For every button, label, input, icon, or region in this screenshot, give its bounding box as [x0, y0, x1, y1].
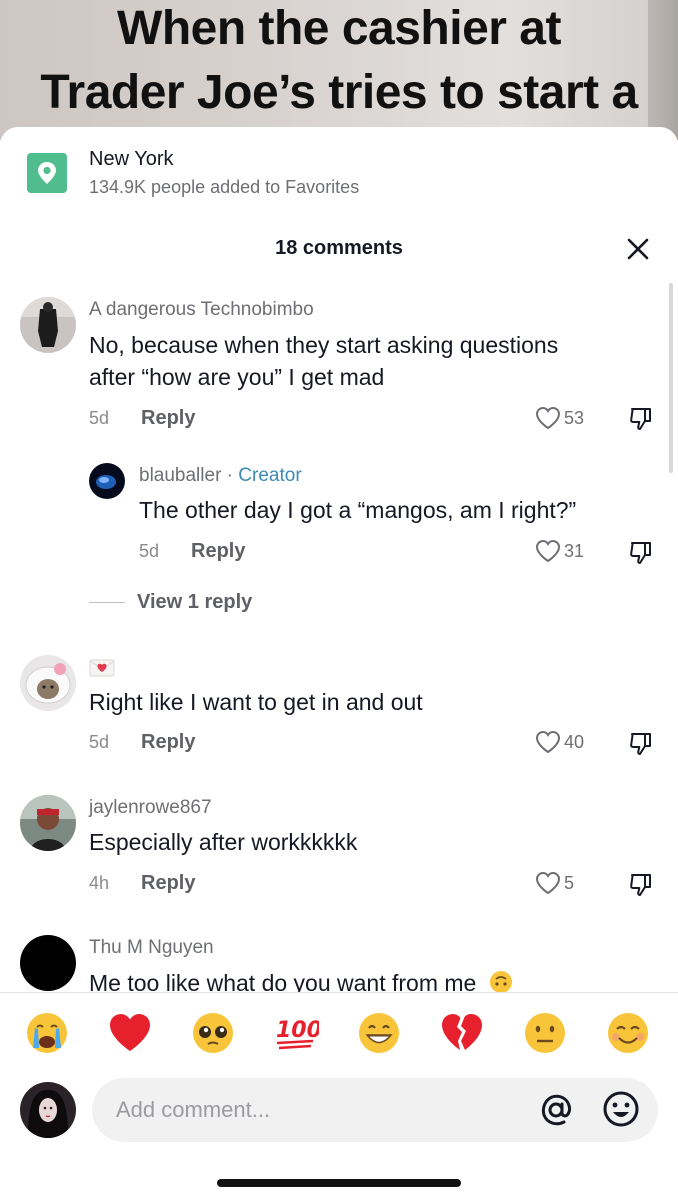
upside-down-face-icon — [489, 971, 512, 992]
comment-username[interactable]: Thu M Nguyen — [89, 937, 214, 959]
mention-at-icon[interactable] — [538, 1092, 574, 1128]
current-user-avatar[interactable] — [20, 1082, 76, 1138]
comment-item: Thu M Nguyen Me too like what do you wan… — [0, 127, 678, 992]
video-background: When the cashier at Trader Joe’s tries t… — [0, 0, 678, 140]
broken-heart-icon[interactable] — [439, 1010, 485, 1056]
pleading-face-icon[interactable] — [190, 1010, 236, 1056]
grinning-face-icon[interactable] — [356, 1010, 402, 1056]
crying-face-icon[interactable] — [24, 1010, 70, 1056]
hundred-points-icon[interactable]: 100 — [273, 1010, 319, 1056]
emoji-quick-bar: 100 — [0, 1010, 678, 1060]
video-caption-line-1: When the cashier at — [117, 2, 561, 55]
comment-input-row — [0, 1076, 678, 1146]
svg-text:100: 100 — [276, 1018, 319, 1043]
emoji-bar-divider — [0, 992, 678, 993]
comment-text-content: Me too like what do you want from me — [89, 970, 477, 992]
emoji-picker-icon[interactable] — [602, 1090, 640, 1128]
smiling-face-icon[interactable] — [605, 1010, 651, 1056]
comment-text: Me too like what do you want from me — [89, 968, 513, 992]
avatar[interactable] — [20, 935, 76, 991]
home-indicator[interactable] — [217, 1179, 461, 1187]
neutral-face-icon[interactable] — [522, 1010, 568, 1056]
red-heart-icon[interactable] — [107, 1010, 153, 1056]
video-caption-line-2: Trader Joe’s tries to start a — [40, 66, 638, 119]
